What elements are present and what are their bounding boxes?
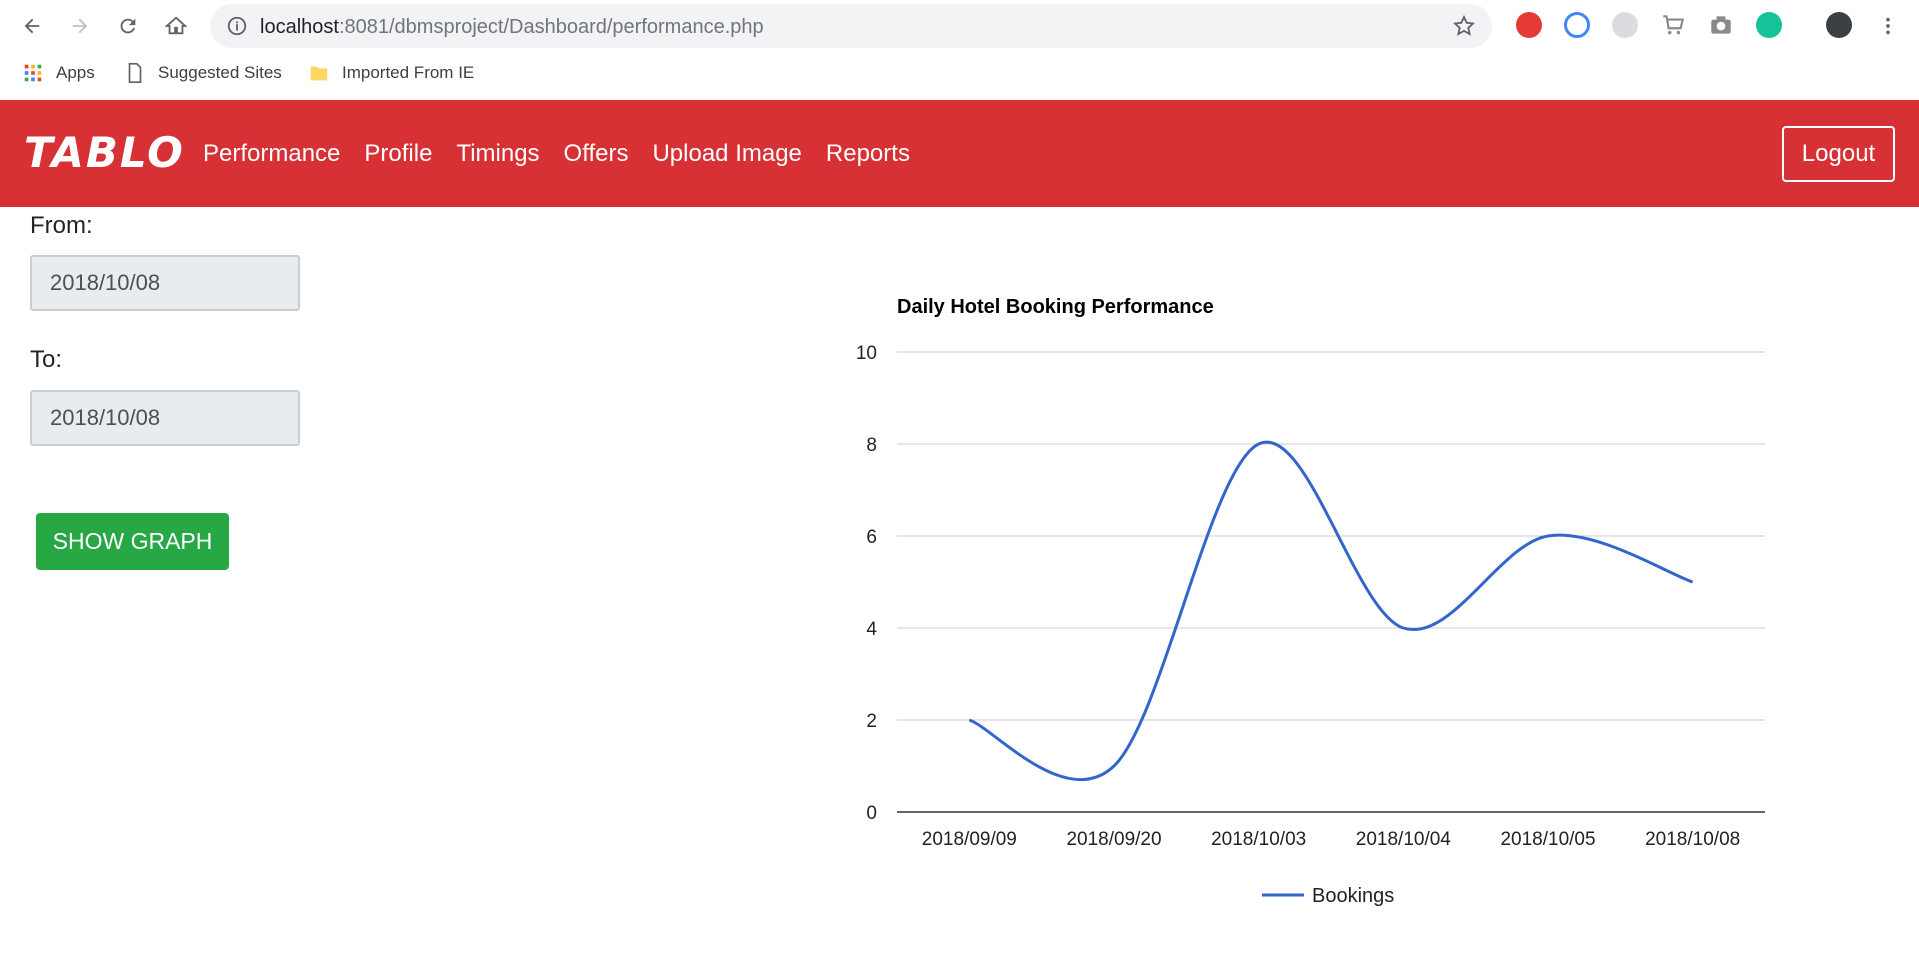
bookmark-label: Suggested Sites (158, 63, 282, 82)
home-icon[interactable] (158, 8, 194, 44)
series-line-bookings (968, 440, 1694, 782)
url-text[interactable]: localhost:8081/dbmsproject/Dashboard/per… (260, 16, 764, 39)
y-tick-label: 8 (866, 435, 877, 456)
x-tick-label: 2018/09/09 (922, 829, 1017, 850)
nav-link-offers[interactable]: Offers (564, 140, 629, 168)
grey-extension-icon[interactable] (1612, 12, 1638, 38)
site-navbar: TABLO Performance Profile Timings Offers… (0, 100, 1919, 207)
chart-svg: Daily Hotel Booking Performance 0246810 … (856, 296, 1765, 907)
bookmark-apps[interactable]: Apps (22, 62, 95, 84)
bookmark-imported-from-ie[interactable]: Imported From IE (308, 62, 474, 84)
y-tick-label: 10 (856, 343, 877, 364)
grammarly-extension-icon[interactable] (1756, 12, 1782, 38)
nav-links: Performance Profile Timings Offers Uploa… (203, 140, 910, 168)
cart-extension-icon[interactable] (1660, 12, 1686, 38)
bookmarks-bar: Apps Suggested Sites Imported From IE (0, 56, 1919, 92)
x-tick-label: 2018/10/03 (1211, 829, 1306, 850)
to-date-input[interactable] (30, 390, 300, 446)
bookmark-label: Apps (56, 63, 95, 82)
address-bar[interactable]: localhost:8081/dbmsproject/Dashboard/per… (210, 4, 1492, 48)
bookmark-suggested-sites[interactable]: Suggested Sites (124, 62, 282, 84)
nav-link-profile[interactable]: Profile (364, 140, 432, 168)
menu-dots-icon[interactable] (1870, 8, 1906, 44)
bookmark-star-icon[interactable] (1452, 14, 1476, 38)
bookmark-label: Imported From IE (342, 63, 475, 82)
from-label: From: (30, 212, 93, 239)
to-label: To: (30, 346, 63, 373)
logout-button[interactable]: Logout (1782, 126, 1895, 182)
legend-label: Bookings (1312, 885, 1394, 907)
y-tick-label: 6 (866, 527, 877, 548)
folder-icon (310, 66, 328, 81)
page-icon (128, 63, 142, 83)
x-tick-label: 2018/10/08 (1645, 829, 1740, 850)
chart-title: Daily Hotel Booking Performance (897, 296, 1214, 318)
x-tick-label: 2018/09/20 (1066, 829, 1161, 850)
browser-toolbar: localhost:8081/dbmsproject/Dashboard/per… (0, 0, 1919, 100)
reload-icon[interactable] (110, 8, 146, 44)
chart-y-ticks: 0 2 4 6 8 10 (856, 343, 878, 824)
nav-link-upload-image[interactable]: Upload Image (652, 140, 801, 168)
info-icon[interactable] (226, 15, 248, 37)
url-path: :8081/dbmsproject/Dashboard/performance.… (338, 16, 764, 38)
x-tick-label: 2018/10/04 (1356, 829, 1452, 850)
show-graph-button[interactable]: SHOW GRAPH (36, 513, 229, 570)
forward-icon[interactable] (62, 8, 98, 44)
y-tick-label: 2 (866, 711, 877, 732)
adblock-extension-icon[interactable] (1516, 12, 1542, 38)
x-tick-label: 2018/10/05 (1500, 829, 1595, 850)
booking-chart: Daily Hotel Booking Performance 0 2 4 6 8 10 … (820, 270, 1820, 930)
from-date-input[interactable] (30, 255, 300, 311)
chart-series (968, 440, 1694, 782)
url-host: localhost (260, 16, 339, 38)
chart-gridlines (897, 351, 1765, 813)
back-icon[interactable] (14, 8, 50, 44)
apps-grid-icon (24, 64, 42, 82)
camera-extension-icon[interactable] (1708, 12, 1734, 38)
chart-legend: Bookings (1262, 885, 1394, 907)
y-tick-label: 4 (866, 619, 877, 640)
nav-link-performance[interactable]: Performance (203, 140, 340, 168)
nav-link-reports[interactable]: Reports (826, 140, 910, 168)
brand-logo[interactable]: TABLO (24, 128, 185, 177)
nav-link-timings[interactable]: Timings (456, 140, 539, 168)
checkmark-extension-icon[interactable] (1564, 12, 1590, 38)
chart-x-ticks: 2018/09/09 2018/09/20 2018/10/03 2018/10/04… (922, 829, 1740, 850)
profile-avatar[interactable] (1826, 12, 1852, 38)
y-tick-label: 0 (866, 803, 877, 824)
